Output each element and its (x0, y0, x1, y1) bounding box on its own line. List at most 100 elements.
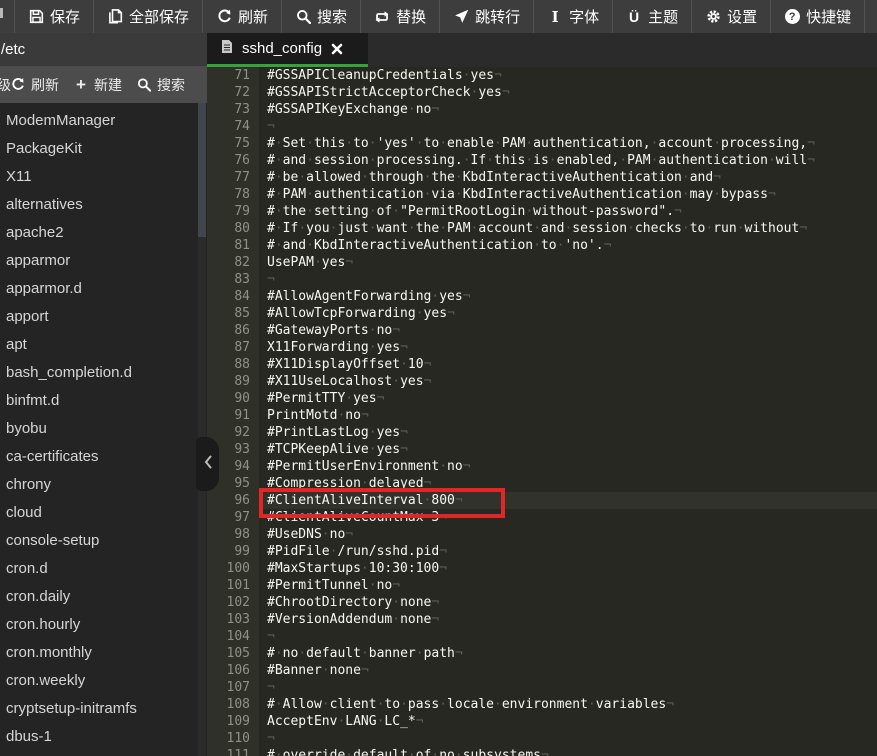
file-tree-item-bash_completion.d[interactable]: bash_completion.d (0, 359, 207, 387)
line-number: 110 (207, 730, 259, 747)
code-line-81: #·and·KbdInteractiveAuthentication·to·'n… (259, 237, 877, 254)
search-icon (137, 78, 151, 92)
line-number: 99 (207, 543, 259, 560)
code-line-75: #·Set·this·to·'yes'·to·enable·PAM·authen… (259, 135, 877, 152)
toolbar-button-cutoff[interactable] (0, 0, 14, 33)
line-number: 100 (207, 560, 259, 577)
toolbar-button-label: 保存 (50, 6, 80, 27)
line-number: 85 (207, 305, 259, 322)
code-line-87: X11Forwarding·yes¬ (259, 339, 877, 356)
file-tree-item-cloud[interactable]: cloud (0, 499, 207, 527)
sidebar-button-label: 新建 (94, 75, 122, 95)
file-tree-item-byobu[interactable]: byobu (0, 415, 207, 443)
file-tree-item-ca-certificates[interactable]: ca-certificates (0, 443, 207, 471)
code-line-85: #AllowTcpForwarding·yes¬ (259, 305, 877, 322)
refresh-icon (216, 9, 232, 25)
file-tree-item-apt[interactable]: apt (0, 331, 207, 359)
save-all-icon (107, 9, 123, 25)
file-icon (221, 39, 233, 58)
file-tree-item-X11[interactable]: X11 (0, 163, 207, 191)
toolbar-button-label: 刷新 (238, 6, 268, 27)
toolbar-button-theme[interactable]: Ü主题 (612, 0, 691, 33)
refresh-icon (11, 78, 25, 92)
code-line-103: #VersionAddendum·none¬ (259, 611, 877, 628)
code-line-105: #·no·default·banner·path¬ (259, 645, 877, 662)
toolbar-button-save[interactable]: 保存 (14, 0, 93, 33)
toolbar-button-search[interactable]: 搜索 (281, 0, 360, 33)
toolbar-button-label: 字体 (569, 6, 599, 27)
file-tree-item-apache2[interactable]: apache2 (0, 219, 207, 247)
code-line-107: ¬ (259, 679, 877, 696)
plus-icon: + (74, 78, 88, 92)
sidebar-plus-button[interactable]: + 新建 (74, 75, 122, 95)
line-number: 89 (207, 373, 259, 390)
line-number: 73 (207, 101, 259, 118)
code-line-88: #X11DisplayOffset·10¬ (259, 356, 877, 373)
line-number: 96 (207, 492, 259, 509)
sidebar-parent-dir-button[interactable]: 级 (0, 75, 11, 95)
file-tree-item-apparmor[interactable]: apparmor (0, 247, 207, 275)
theme-icon: Ü (626, 9, 642, 25)
file-tree-item-cron.d[interactable]: cron.d (0, 555, 207, 583)
code-line-99: #PidFile·/run/sshd.pid¬ (259, 543, 877, 560)
code-line-102: #ChrootDirectory·none¬ (259, 594, 877, 611)
toolbar-button-label: 跳转行 (475, 6, 520, 27)
file-tree-item-dbus-1[interactable]: dbus-1 (0, 723, 207, 751)
line-number: 71 (207, 67, 259, 84)
code-line-94: #PermitUserEnvironment·no¬ (259, 458, 877, 475)
sidebar-button-label: 刷新 (31, 75, 59, 95)
sidebar-refresh-button[interactable]: 刷新 (11, 75, 59, 95)
sidebar-collapse-button[interactable] (196, 437, 219, 491)
code-line-104: ¬ (259, 628, 877, 645)
file-tree-item-chrony[interactable]: chrony (0, 471, 207, 499)
tab-sshd-config[interactable]: sshd_config (207, 33, 368, 67)
code-editor[interactable]: 7172737475767778798081828384858687888990… (207, 67, 877, 756)
toolbar-button-font[interactable]: I字体 (533, 0, 612, 33)
line-number: 87 (207, 339, 259, 356)
tab-title: sshd_config (242, 40, 322, 57)
code-line-83: ¬ (259, 271, 877, 288)
code-line-78: #·PAM·authentication·via·KbdInteractiveA… (259, 186, 877, 203)
file-tree-item-cron.weekly[interactable]: cron.weekly (0, 667, 207, 695)
toolbar-button-save-all[interactable]: 全部保存 (93, 0, 202, 33)
line-number: 75 (207, 135, 259, 152)
line-number: 111 (207, 747, 259, 756)
toolbar-button-goto-line[interactable]: 跳转行 (439, 0, 533, 33)
file-tree-item-apport[interactable]: apport (0, 303, 207, 331)
toolbar-button-shortcuts[interactable]: ?快捷键 (770, 0, 864, 33)
line-number: 77 (207, 169, 259, 186)
sidebar-scrollbar-thumb[interactable] (198, 103, 206, 237)
code-line-91: PrintMotd·no¬ (259, 407, 877, 424)
toolbar-button-settings[interactable]: 设置 (691, 0, 770, 33)
sidebar-toolbar: 级刷新 + 新建搜索 (0, 66, 207, 103)
line-number: 79 (207, 203, 259, 220)
file-tree-item-binfmt.d[interactable]: binfmt.d (0, 387, 207, 415)
file-tree-item-cron.daily[interactable]: cron.daily (0, 583, 207, 611)
sidebar-search-button[interactable]: 搜索 (137, 75, 185, 95)
file-tree-item-apparmor.d[interactable]: apparmor.d (0, 275, 207, 303)
toolbar-button-refresh[interactable]: 刷新 (202, 0, 281, 33)
toolbar-button-label: 快捷键 (806, 6, 851, 27)
toolbar-button-history[interactable]: 文件 (864, 0, 877, 33)
line-number: 103 (207, 611, 259, 628)
code-line-111: #·override·default·of·no·subsystems¬ (259, 747, 877, 756)
file-tree-item-cryptsetup-initramfs[interactable]: cryptsetup-initramfs (0, 695, 207, 723)
file-tree-item-cron.hourly[interactable]: cron.hourly (0, 611, 207, 639)
file-tree-item-alternatives[interactable]: alternatives (0, 191, 207, 219)
file-tree-item-cron.monthly[interactable]: cron.monthly (0, 639, 207, 667)
line-number: 76 (207, 152, 259, 169)
file-tree-item-console-setup[interactable]: console-setup (0, 527, 207, 555)
line-number: 80 (207, 220, 259, 237)
sidebar-scrollbar[interactable] (198, 103, 206, 756)
line-number: 109 (207, 713, 259, 730)
toolbar-button-label: 搜索 (317, 6, 347, 27)
line-number: 101 (207, 577, 259, 594)
tab-bar: sshd_config (207, 33, 877, 67)
code-line-86: #GatewayPorts·no¬ (259, 322, 877, 339)
line-number: 86 (207, 322, 259, 339)
code-line-76: #·and·session·processing.·If·this·is·ena… (259, 152, 877, 169)
file-tree-item-PackageKit[interactable]: PackageKit (0, 135, 207, 163)
file-tree-item-ModemManager[interactable]: ModemManager (0, 107, 207, 135)
close-icon[interactable] (331, 43, 343, 55)
toolbar-button-replace[interactable]: 替换 (360, 0, 439, 33)
